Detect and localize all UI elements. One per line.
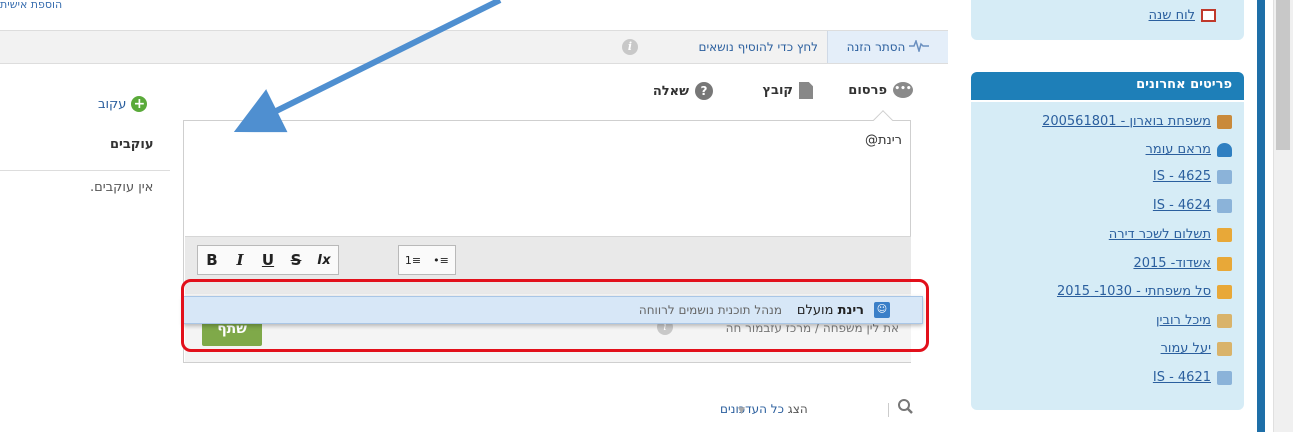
chat-bubble-icon: ••• (893, 82, 913, 98)
recent-item-label: מראם עומר (1145, 142, 1211, 157)
calendar-icon (1201, 9, 1216, 22)
document-icon (1217, 198, 1232, 213)
tab-file-label: קובץ (762, 83, 793, 98)
recent-item[interactable]: מראם עומר (1146, 142, 1232, 157)
search-icon[interactable] (897, 398, 915, 416)
highlight-frame (181, 279, 929, 352)
recent-item-label: IS - 4624 (1152, 198, 1211, 213)
info-icon[interactable]: i (622, 39, 638, 55)
no-followers-text: אין עוקבים. (90, 180, 154, 195)
italic-button[interactable]: I (226, 246, 254, 274)
calendar-panel: לוח שנה (971, 0, 1244, 40)
all-updates-link[interactable]: כל העדכונים (720, 402, 784, 416)
document-icon (1217, 169, 1232, 184)
tab-file[interactable]: קובץ (762, 82, 813, 99)
recent-item[interactable]: משפחת בוארון - 200561801 (1042, 114, 1232, 129)
recent-item-label: סל משפחתי - 1030- 2015 (1056, 284, 1211, 299)
hide-feed-button[interactable]: הסתר הזנה (827, 31, 948, 63)
plus-icon: + (131, 96, 148, 112)
contact-icon (1217, 341, 1232, 356)
feed-filter-bar: הסתר הזנה לחץ כדי להוסיף נושאים i (0, 30, 948, 64)
tab-post[interactable]: ••• פרסום (848, 82, 913, 98)
recent-item-label: מיכל רובין (1156, 313, 1211, 328)
question-icon: ? (695, 82, 713, 100)
strikethrough-button[interactable]: S (282, 246, 310, 274)
document-icon (1217, 370, 1232, 385)
chevron-down-icon[interactable]: ▼ (738, 406, 745, 416)
recent-item-label: יעל עמור (1160, 341, 1211, 356)
recent-item-label: IS - 4625 (1152, 169, 1211, 184)
recent-items-header: פריטים אחרונים (971, 72, 1244, 100)
recent-item[interactable]: IS - 4621 (1153, 370, 1232, 385)
tab-question[interactable]: ? שאלה (653, 82, 713, 100)
numbered-list-button[interactable]: 1≡ (399, 246, 427, 274)
format-group: B I U S Ix (197, 245, 339, 275)
follow-button[interactable]: + עקוב (98, 96, 148, 112)
divider (888, 403, 889, 417)
show-label: הצג (787, 402, 808, 416)
scrollbar-thumb[interactable] (1276, 0, 1290, 150)
add-topics-link[interactable]: לחץ כדי להוסיף נושאים (699, 40, 818, 54)
recent-item[interactable]: אשדוד- 2015 (1133, 256, 1232, 271)
tab-question-label: שאלה (652, 83, 689, 99)
calendar-label: לוח שנה (1148, 8, 1195, 23)
hide-feed-label: הסתר הזנה (846, 40, 906, 54)
followers-title: עוקבים (110, 137, 154, 152)
recent-item[interactable]: מיכל רובין (1156, 313, 1232, 328)
contact-icon (1217, 313, 1232, 328)
personal-link[interactable]: הוספת אישית (0, 0, 62, 10)
sidebar-accent-bar (1257, 0, 1265, 432)
bold-button[interactable]: B (198, 246, 226, 274)
feed-updates-filter[interactable]: הצג כל העדכונים (720, 402, 808, 416)
recent-item-label: משפחת בוארון - 200561801 (1042, 114, 1211, 129)
bulleted-list-button[interactable]: •≡ (427, 246, 455, 274)
recent-item-label: אשדוד- 2015 (1133, 256, 1211, 271)
file-icon (799, 82, 813, 99)
pulse-icon (909, 38, 930, 55)
calendar-link[interactable]: לוח שנה (1149, 8, 1216, 23)
package-icon (1217, 284, 1232, 299)
recent-items-panel: משפחת בוארון - 200561801 מראם עומר IS - … (971, 102, 1244, 410)
recent-item[interactable]: סל משפחתי - 1030- 2015 (1057, 284, 1232, 299)
underline-button[interactable]: U (254, 246, 282, 274)
recent-item-label: IS - 4621 (1152, 370, 1211, 385)
recent-items-title: פריטים אחרונים (1136, 77, 1232, 92)
recent-item-label: תשלום לשכר דירה (1108, 227, 1211, 242)
recent-item[interactable]: תשלום לשכר דירה (1109, 227, 1232, 242)
person-icon (1217, 142, 1232, 157)
follow-label: עקוב (98, 96, 127, 112)
recent-item[interactable]: IS - 4625 (1153, 169, 1232, 184)
list-group: 1≡ •≡ (398, 245, 456, 275)
recent-item[interactable]: IS - 4624 (1153, 198, 1232, 213)
post-text-area[interactable]: רינת@ (865, 133, 902, 148)
box-icon (1217, 114, 1232, 129)
recent-item[interactable]: יעל עמור (1161, 341, 1232, 356)
package-icon (1217, 256, 1232, 271)
clear-format-button[interactable]: Ix (310, 246, 338, 274)
tab-post-label: פרסום (848, 82, 887, 98)
package-icon (1217, 227, 1232, 242)
divider (0, 170, 170, 171)
